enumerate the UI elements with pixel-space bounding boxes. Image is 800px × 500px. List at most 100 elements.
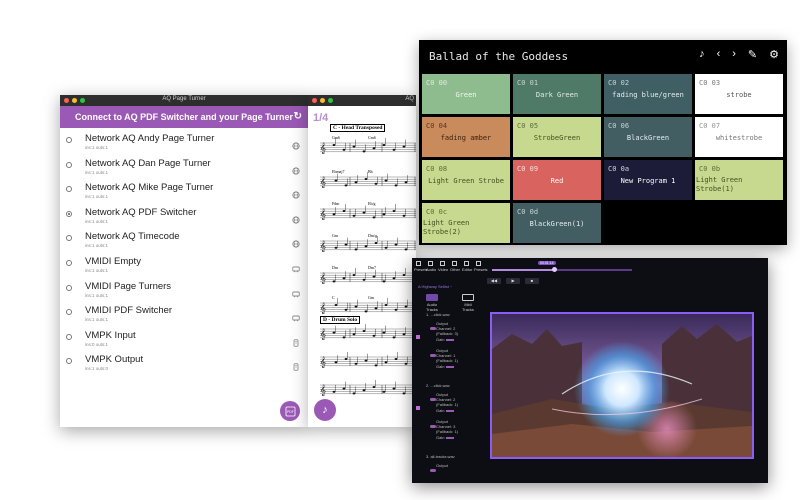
device-radio[interactable] bbox=[66, 137, 72, 143]
note-head bbox=[354, 248, 358, 251]
chevron-left-icon[interactable]: ‹ bbox=[717, 48, 721, 61]
device-radio[interactable] bbox=[66, 186, 72, 193]
gain-slider[interactable] bbox=[445, 365, 454, 368]
toolbar-button[interactable]: Presets bbox=[414, 261, 428, 272]
sheet-music-staves: 𝄞 Gm6 Cm6 𝄞 Ebmaj7 Bb 𝄞 F#m Eb/g 𝄞 Gm Dm/g 𝄞 Dm Dm7 𝄞 C G… bbox=[320, 135, 416, 396]
track-output[interactable]: Output bbox=[436, 463, 448, 468]
output-toggle[interactable] bbox=[430, 425, 436, 428]
device-item[interactable]: Network AQ Dan Page Turner ins:1 outs:1 bbox=[60, 155, 308, 180]
device-name: Network AQ Andy Page Turner bbox=[85, 133, 215, 144]
setlist-selector[interactable]: A Highway Setlist ~ bbox=[418, 284, 452, 289]
device-radio[interactable] bbox=[66, 161, 72, 168]
output-fallback: (Fallback: 1) bbox=[436, 358, 459, 363]
device-name: Network AQ Dan Page Turner bbox=[85, 157, 211, 169]
note-head bbox=[392, 148, 396, 151]
device-item[interactable]: VMIDI Page Turners ins:1 outs:1 bbox=[60, 278, 308, 303]
chevron-right-icon[interactable]: › bbox=[732, 48, 736, 61]
program-cell[interactable]: C0 04 fading amber bbox=[422, 117, 510, 157]
device-item[interactable]: VMIDI Empty ins:1 outs:1 bbox=[60, 253, 308, 278]
track-output[interactable]: Output Channel: 1 (Fallback: 1) Gain bbox=[436, 348, 458, 369]
note-head bbox=[364, 359, 368, 362]
note-head bbox=[372, 334, 376, 337]
sheet-window-title: AQ bbox=[405, 96, 414, 102]
program-cell[interactable]: C0 06 BlackGreen bbox=[604, 117, 692, 157]
note-head bbox=[384, 304, 388, 306]
timeline-knob[interactable] bbox=[551, 267, 557, 272]
output-toggle[interactable] bbox=[430, 469, 436, 472]
program-label: StrobeGreen bbox=[533, 134, 581, 142]
program-cell[interactable]: C0 08 Light Green Strobe bbox=[422, 160, 510, 200]
note-head bbox=[362, 211, 366, 214]
gain-slider[interactable] bbox=[445, 409, 454, 412]
track-output[interactable]: Output Channel: 2 (Fallback: 1) Gain bbox=[436, 392, 458, 413]
note-head bbox=[352, 274, 356, 276]
chord-symbol: Bb bbox=[368, 169, 373, 174]
device-radio[interactable] bbox=[66, 333, 72, 340]
toolbar-button[interactable]: Other bbox=[450, 261, 460, 272]
gear-icon[interactable]: ⚙ bbox=[769, 48, 779, 61]
output-toggle[interactable] bbox=[430, 327, 436, 330]
program-cell[interactable]: C0 03 strobe bbox=[695, 74, 783, 114]
device-radio[interactable] bbox=[66, 259, 72, 266]
note-head bbox=[372, 275, 376, 278]
device-radio[interactable] bbox=[66, 235, 72, 242]
note-head bbox=[362, 389, 366, 392]
pencil-icon[interactable]: ✎ bbox=[748, 48, 757, 61]
device-item[interactable]: VMPK Input ins:0 outs:1 bbox=[60, 327, 308, 352]
note-head bbox=[332, 331, 336, 334]
tab-audio-tracks[interactable]: Audio Tracks bbox=[422, 294, 442, 312]
video-frame-image bbox=[492, 314, 752, 457]
output-label: Output bbox=[436, 463, 449, 468]
device-item[interactable]: Network AQ PDF Switcher ins:1 outs:1 bbox=[60, 204, 308, 229]
program-cell[interactable]: C0 02 fading blue/green bbox=[604, 74, 692, 114]
gain-slider[interactable] bbox=[445, 338, 454, 341]
pdf-switcher-button[interactable]: PDF bbox=[280, 401, 300, 421]
track-color-marker bbox=[416, 335, 420, 339]
device-radio[interactable] bbox=[66, 284, 72, 291]
program-label: Dark Green bbox=[535, 91, 579, 99]
note-head bbox=[404, 248, 408, 251]
device-item[interactable]: Network AQ Timecode ins:1 outs:1 bbox=[60, 228, 308, 253]
device-radio[interactable] bbox=[66, 358, 72, 365]
play-button[interactable]: ▶ bbox=[506, 278, 520, 284]
stop-button[interactable]: ■ bbox=[525, 278, 539, 284]
toolbar-button[interactable]: Audio bbox=[426, 261, 436, 272]
device-radio[interactable] bbox=[66, 210, 72, 217]
device-item[interactable]: VMPK Output ins:1 outs:0 bbox=[60, 351, 308, 376]
program-cell[interactable]: C0 0a New Program 1 bbox=[604, 160, 692, 200]
tab-midi-tracks[interactable]: Midi Tracks bbox=[458, 294, 478, 312]
toolbar-button[interactable]: Video bbox=[438, 261, 448, 272]
device-item[interactable]: VMIDI PDF Switcher ins:1 outs:1 bbox=[60, 302, 308, 327]
program-cell[interactable]: C0 07 whitestrobe bbox=[695, 117, 783, 157]
program-cell[interactable]: C0 0b Light Green Strobe(1) bbox=[695, 160, 783, 200]
program-cell[interactable]: C0 0c Light Green Strobe(2) bbox=[422, 203, 510, 243]
chord-symbol: Dm/g bbox=[368, 233, 377, 238]
toolbar-button[interactable]: Editor bbox=[462, 261, 472, 272]
program-cell[interactable]: C0 01 Dark Green bbox=[513, 74, 601, 114]
toolbar-button[interactable]: Presets bbox=[474, 261, 488, 272]
output-toggle[interactable] bbox=[430, 354, 436, 357]
program-cell[interactable]: C0 0d BlackGreen(1) bbox=[513, 203, 601, 243]
program-label: fading blue/green bbox=[612, 91, 684, 99]
connect-header: Connect to AQ PDF Switcher and your Page… bbox=[60, 106, 308, 128]
timeline-slider[interactable] bbox=[492, 267, 632, 272]
music-library-button[interactable]: ♪ bbox=[314, 399, 336, 421]
device-radio[interactable] bbox=[66, 309, 72, 316]
program-cell[interactable]: C0 05 StrobeGreen bbox=[513, 117, 601, 157]
output-toggle[interactable] bbox=[430, 398, 436, 401]
refresh-icon[interactable]: ↻ bbox=[294, 111, 302, 122]
track-output[interactable]: Output Channel: 3 (Fallback: 1) Gain bbox=[436, 419, 458, 440]
rewind-button[interactable]: ◀◀ bbox=[487, 278, 501, 284]
gain-slider[interactable] bbox=[445, 436, 454, 439]
page-turner-window: AQ Page Turner Connect to AQ PDF Switche… bbox=[60, 95, 308, 427]
device-icon bbox=[292, 334, 300, 347]
program-cell[interactable]: C0 00 Green bbox=[422, 74, 510, 114]
program-number: C0 01 bbox=[517, 79, 539, 87]
device-item[interactable]: Network AQ Andy Page Turner ins:1 outs:1 bbox=[60, 130, 308, 155]
device-item[interactable]: Network AQ Mike Page Turner ins:1 outs:1 bbox=[60, 179, 308, 204]
device-ports: ins:1 outs:1 bbox=[85, 169, 109, 175]
program-cell[interactable]: C0 09 Red bbox=[513, 160, 601, 200]
track-output[interactable]: Output Channel: 2 (Fallback: 3) Gain bbox=[436, 321, 458, 342]
music-note-icon[interactable]: ♪ bbox=[699, 48, 705, 61]
note-head bbox=[382, 390, 386, 393]
